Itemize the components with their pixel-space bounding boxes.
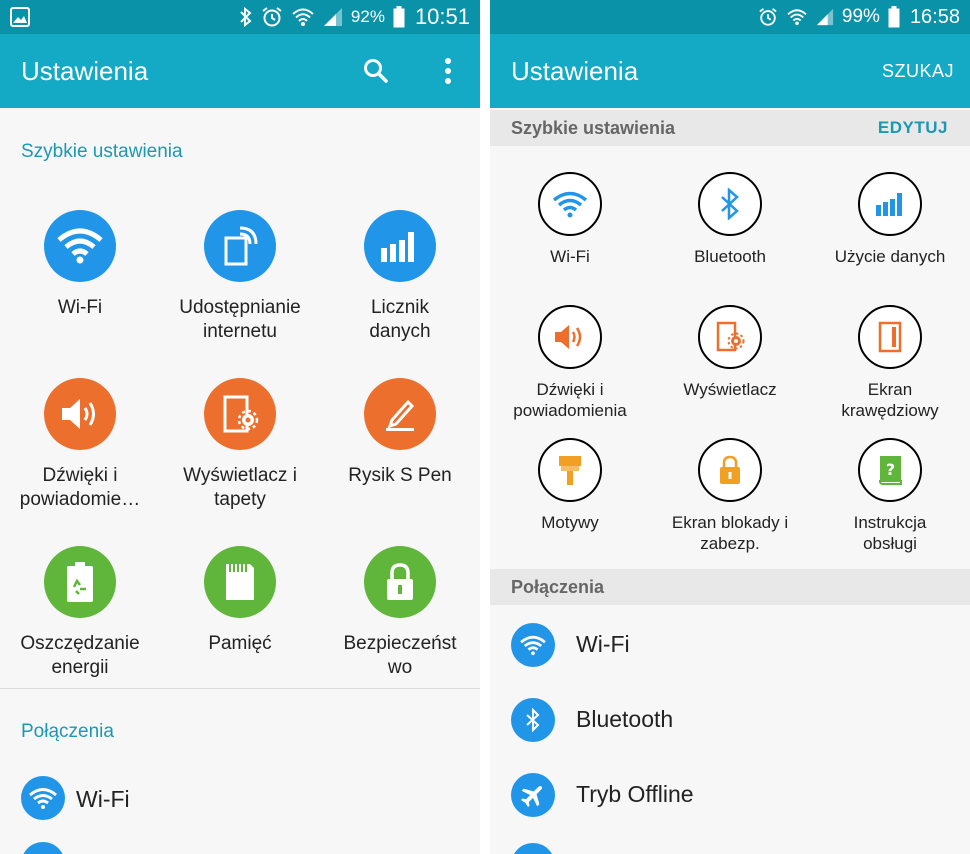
status-bar: 92% 10:51 [0,0,480,34]
lock-icon [698,438,762,502]
battery-icon [393,6,405,28]
wifi-icon [538,172,602,236]
list-item-label: Tryb Offline [576,781,694,807]
quick-item-label: Rysik S Pen [348,465,452,486]
lock-icon [364,546,436,618]
partial-list-icon [511,843,555,854]
search-button[interactable] [352,34,400,108]
display-settings-icon [204,378,276,450]
quick-item-label: Licznik [370,297,430,318]
quick-item-label: Udostępnianie [179,297,301,318]
wifi-icon [511,623,555,667]
section-divider [0,688,480,689]
edit-button[interactable]: EDYTUJ [878,118,948,138]
list-item-wifi[interactable]: Wi-Fi [490,615,970,675]
gallery-notification-icon [10,7,30,32]
clock: 16:58 [909,5,960,28]
quick-item-label: Użycie danych [834,247,946,266]
quick-item-label-2: zabezp. [700,534,760,553]
quick-item-label: Dźwięki i [536,380,604,399]
edge-screen-icon [858,305,922,369]
quick-item-label: Oszczędzanie [20,633,140,654]
wifi-status-icon [786,8,808,26]
signal-icon [323,7,343,27]
bluetooth-icon [698,172,762,236]
more-options-button[interactable] [432,34,464,108]
pen-icon [364,378,436,450]
wifi-icon [44,210,116,282]
page-title: Ustawienia [511,56,639,86]
list-item-label: Bluetooth [576,706,674,732]
alarm-icon [758,7,778,27]
connections-title: Połączenia [511,577,605,597]
list-item-bluetooth[interactable]: Bluetooth [490,690,970,750]
page-title: Ustawienia [21,56,149,86]
connections-title: Połączenia [21,721,114,742]
battery-icon [888,6,900,28]
speaker-icon [44,378,116,450]
quick-settings-title: Szybkie ustawienia [511,118,676,138]
app-bar: Ustawienia [0,34,480,108]
quick-item-label-2: wo [387,657,413,678]
svg-text:?: ? [886,460,895,479]
list-item-offline-mode[interactable]: Tryb Offline [490,765,970,825]
battery-percentage: 92% [350,7,385,26]
bluetooth-icon [239,7,253,27]
quick-item-label: Pamięć [208,633,272,654]
quick-item-label: Ekran [867,380,913,399]
quick-item-label-2: obsługi [863,534,917,553]
wifi-icon [21,776,65,820]
left-screen: 92% 10:51 Ustawienia Szybkie ustawienia … [0,0,480,854]
quick-item-label: Wi-Fi [550,247,590,266]
quick-item-label: Wi-Fi [57,297,103,318]
data-usage-icon [364,210,436,282]
quick-item-label: Wyświetlacz [683,380,777,399]
airplane-icon [511,773,555,817]
paint-brush-icon [538,438,602,502]
quick-settings-title: Szybkie ustawienia [21,141,183,162]
bluetooth-icon [511,698,555,742]
quick-item-label: Ekran blokady i [671,513,789,532]
quick-item-label: Dźwięki i [42,465,118,486]
list-item-wifi[interactable]: Wi-Fi [0,768,480,828]
quick-item-label-2: powiadomienia [513,401,627,420]
list-item-label: Wi-Fi [576,631,630,657]
quick-item-label-2: internetu [203,321,277,342]
quick-item-label-2: energii [51,657,109,678]
display-settings-icon [698,305,762,369]
quick-item-label-2: tapety [214,489,266,510]
quick-item-label-2: krawędziowy [841,401,939,420]
battery-recycle-icon [44,546,116,618]
wifi-status-icon [291,7,315,27]
speaker-icon [538,305,602,369]
battery-percentage: 99% [841,6,880,27]
data-usage-icon [858,172,922,236]
quick-item-label: Motywy [541,513,599,532]
quick-item-label: Wyświetlacz i [183,465,297,486]
quick-item-label: Bluetooth [694,247,766,266]
quick-item-label-2: powiadomie… [19,489,141,510]
quick-settings-header: Szybkie ustawienia EDYTUJ [490,110,970,146]
help-book-icon: ? [858,438,922,502]
alarm-icon [261,6,283,28]
status-bar: 99% 16:58 [490,0,970,34]
quick-item-label: Instrukcja [853,513,927,532]
connections-header: Połączenia [490,569,970,605]
app-bar: Ustawienia SZUKAJ [490,34,970,108]
signal-icon [816,8,834,26]
search-icon [364,59,388,83]
clock: 10:51 [414,4,470,29]
search-button[interactable]: SZUKAJ [882,34,954,108]
right-screen: 99% 16:58 Ustawienia SZUKAJ Szybkie usta… [490,0,970,854]
tethering-icon [204,210,276,282]
more-vert-icon [445,58,451,84]
list-item-label: Wi-Fi [76,786,130,812]
quick-item-label: Bezpieczeńst [343,633,457,654]
quick-item-label-2: danych [369,321,431,342]
partial-list-icon [21,842,65,854]
sd-card-icon [204,546,276,618]
